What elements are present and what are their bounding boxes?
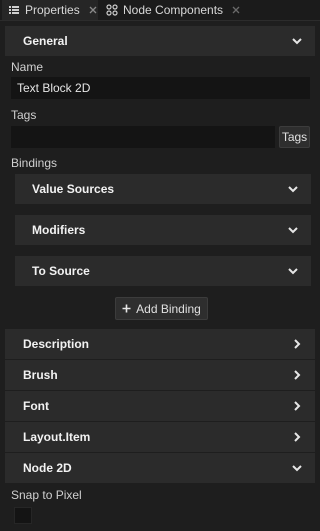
node-components-icon — [106, 4, 118, 16]
snap-to-pixel-label: Snap to Pixel — [11, 488, 82, 502]
close-icon[interactable] — [88, 5, 98, 15]
tab-node-components[interactable]: Node Components — [100, 0, 246, 20]
section-node2d-title: Node 2D — [23, 461, 72, 475]
chevron-right-icon — [291, 400, 303, 412]
plus-icon — [122, 304, 131, 313]
chevron-down-icon — [287, 183, 299, 195]
binding-modifiers[interactable]: Modifiers — [15, 215, 311, 245]
tab-properties-label: Properties — [25, 3, 80, 17]
chevron-right-icon — [291, 369, 303, 381]
tab-node-components-label: Node Components — [123, 3, 224, 17]
section-layout-item-header[interactable]: Layout.Item — [5, 422, 315, 452]
binding-modifiers-label: Modifiers — [32, 223, 86, 237]
chevron-down-icon — [291, 35, 303, 47]
chevron-down-icon — [287, 224, 299, 236]
tab-properties[interactable]: Properties — [2, 0, 98, 20]
close-icon[interactable] — [231, 5, 241, 15]
chevron-down-icon — [291, 462, 303, 474]
bindings-label: Bindings — [11, 156, 58, 170]
chevron-right-icon — [291, 338, 303, 350]
tab-bar: Properties Node Components — [0, 0, 320, 21]
section-font-title: Font — [23, 399, 49, 413]
binding-to-source[interactable]: To Source — [15, 256, 311, 286]
name-field[interactable]: Text Block 2D — [11, 77, 310, 99]
binding-value-sources[interactable]: Value Sources — [15, 174, 311, 204]
section-font-header[interactable]: Font — [5, 391, 315, 421]
section-node2d-header[interactable]: Node 2D — [5, 453, 315, 483]
binding-value-sources-label: Value Sources — [32, 182, 115, 196]
section-general-title: General — [23, 34, 68, 48]
tags-label: Tags — [11, 108, 37, 122]
section-description-title: Description — [23, 337, 90, 351]
section-brush-title: Brush — [23, 368, 58, 382]
chevron-right-icon — [291, 431, 303, 443]
tags-button[interactable]: Tags — [279, 126, 310, 148]
name-label: Name — [11, 60, 44, 74]
add-binding-button[interactable]: Add Binding — [115, 297, 208, 320]
section-general-header[interactable]: General — [5, 26, 315, 56]
add-binding-label: Add Binding — [136, 301, 201, 316]
tags-field[interactable] — [11, 126, 275, 148]
snap-to-pixel-checkbox[interactable] — [14, 507, 32, 524]
binding-to-source-label: To Source — [32, 264, 90, 278]
section-description-header[interactable]: Description — [5, 329, 315, 359]
chevron-down-icon — [287, 265, 299, 277]
list-icon — [8, 4, 20, 16]
section-brush-header[interactable]: Brush — [5, 360, 315, 390]
properties-panel-root: Properties Node Components General Name … — [0, 0, 320, 531]
section-layout-item-title: Layout.Item — [23, 430, 91, 444]
